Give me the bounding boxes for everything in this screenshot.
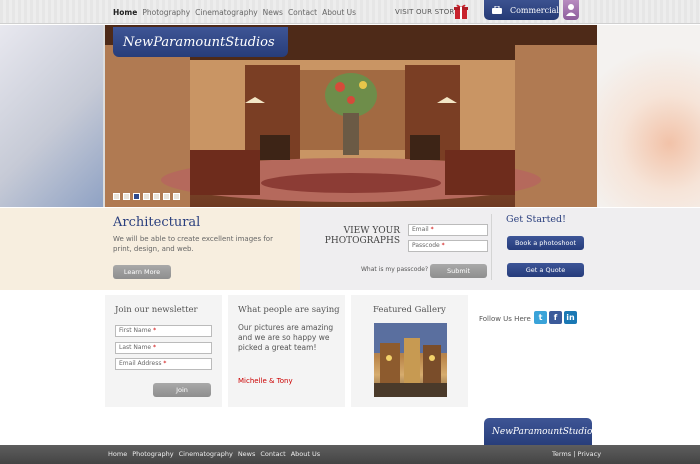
gallery-thumbnail[interactable] xyxy=(374,323,447,397)
email-field[interactable]: Email * xyxy=(408,224,488,236)
site-logo-text: NewParamountStudios xyxy=(123,34,275,50)
commercial-tab[interactable]: Commercial xyxy=(484,0,559,20)
gallery-title: Featured Gallery xyxy=(373,305,446,315)
slide-indicators xyxy=(113,193,180,200)
newsletter-card: Join our newsletter First Name * Last Na… xyxy=(105,295,222,407)
submit-button[interactable]: Submit xyxy=(430,264,487,278)
facebook-icon[interactable]: f xyxy=(549,311,562,324)
email-address-placeholder: Email Address xyxy=(119,360,162,367)
main-nav: Home Photography Cinematography News Con… xyxy=(113,8,356,17)
nav-home[interactable]: Home xyxy=(113,8,137,17)
top-bar: Home Photography Cinematography News Con… xyxy=(0,0,700,24)
footer-nav-cinematography[interactable]: Cinematography xyxy=(179,450,233,458)
site-logo[interactable]: NewParamountStudios xyxy=(113,27,288,57)
slide-dot[interactable] xyxy=(123,193,130,200)
get-quote-button[interactable]: Get a Quote xyxy=(507,263,584,277)
terms-link[interactable]: Terms xyxy=(552,450,571,458)
footer-logo-text: NewParamountStudios xyxy=(492,427,598,437)
book-photoshoot-button[interactable]: Book a photoshoot xyxy=(507,236,584,250)
slide-dot[interactable] xyxy=(163,193,170,200)
view-photos-line1: VIEW YOUR xyxy=(343,226,400,236)
view-photos-heading: VIEW YOUR PHOTOGRAPHS xyxy=(318,226,400,246)
privacy-link[interactable]: Privacy xyxy=(578,450,602,458)
last-name-placeholder: Last Name xyxy=(119,344,152,351)
nav-cinematography[interactable]: Cinematography xyxy=(195,8,258,17)
commercial-label: Commercial xyxy=(509,5,559,15)
required-mark: * xyxy=(153,327,157,334)
slide-dot[interactable] xyxy=(153,193,160,200)
profile-tab[interactable] xyxy=(563,0,579,20)
first-name-placeholder: First Name xyxy=(119,327,152,334)
newsletter-email-field[interactable]: Email Address * xyxy=(115,358,212,370)
required-mark: * xyxy=(441,242,445,249)
footer: Home Photography Cinematography News Con… xyxy=(0,445,700,464)
slide-dot[interactable] xyxy=(173,193,180,200)
person-icon xyxy=(566,4,576,16)
linkedin-icon[interactable]: in xyxy=(564,311,577,324)
nav-contact[interactable]: Contact xyxy=(288,8,317,17)
get-started-title: Get Started! xyxy=(506,214,566,225)
footer-nav-news[interactable]: News xyxy=(238,450,256,458)
footer-nav-photography[interactable]: Photography xyxy=(132,450,173,458)
footer-logo[interactable]: NewParamountStudios xyxy=(484,418,597,446)
passcode-placeholder: Passcode xyxy=(412,242,440,249)
gift-icon[interactable] xyxy=(454,3,468,19)
footer-legal: Terms | Privacy xyxy=(552,450,601,458)
testimonial-title: What people are saying xyxy=(238,305,340,315)
store-link[interactable]: VISIT OUR STORE xyxy=(395,8,459,16)
slide-dot[interactable] xyxy=(113,193,120,200)
divider xyxy=(491,214,492,280)
follow-us-label: Follow Us Here xyxy=(479,315,531,323)
first-name-field[interactable]: First Name * xyxy=(115,325,212,337)
last-name-field[interactable]: Last Name * xyxy=(115,342,212,354)
gallery-card: Featured Gallery xyxy=(351,295,468,407)
view-photos-line2: PHOTOGRAPHS xyxy=(324,236,400,246)
footer-nav-contact[interactable]: Contact xyxy=(260,450,285,458)
required-mark: * xyxy=(430,226,434,233)
architectural-title: Architectural xyxy=(113,215,201,230)
architectural-description: We will be able to create excellent imag… xyxy=(113,235,273,253)
footer-nav-about[interactable]: About Us xyxy=(291,450,320,458)
footer-separator: | xyxy=(573,450,576,458)
passcode-help-link[interactable]: What is my passcode? xyxy=(361,266,428,273)
newsletter-title: Join our newsletter xyxy=(115,305,198,315)
hero-slider xyxy=(0,25,700,207)
footer-nav: Home Photography Cinematography News Con… xyxy=(108,450,320,458)
slide-dot[interactable] xyxy=(143,193,150,200)
required-mark: * xyxy=(163,360,167,367)
learn-more-button[interactable]: Learn More xyxy=(113,265,171,279)
testimonial-quote: Our pictures are amazing and we are so h… xyxy=(238,323,334,352)
gallery-illustration xyxy=(374,323,447,397)
nav-photography[interactable]: Photography xyxy=(142,8,190,17)
nav-news[interactable]: News xyxy=(263,8,283,17)
passcode-field[interactable]: Passcode * xyxy=(408,240,488,252)
hero-left-preview[interactable] xyxy=(0,25,103,207)
required-mark: * xyxy=(153,344,157,351)
testimonial-card: What people are saying Our pictures are … xyxy=(228,295,345,407)
join-button[interactable]: Join xyxy=(153,383,211,397)
page: Home Photography Cinematography News Con… xyxy=(0,0,700,464)
twitter-icon[interactable]: t xyxy=(534,311,547,324)
briefcase-icon xyxy=(492,6,502,14)
footer-nav-home[interactable]: Home xyxy=(108,450,127,458)
email-placeholder: Email xyxy=(412,226,429,233)
testimonial-author: Michelle & Tony xyxy=(238,377,293,385)
hero-right-preview[interactable] xyxy=(597,25,700,207)
slide-dot-active[interactable] xyxy=(133,193,140,200)
nav-about[interactable]: About Us xyxy=(322,8,356,17)
